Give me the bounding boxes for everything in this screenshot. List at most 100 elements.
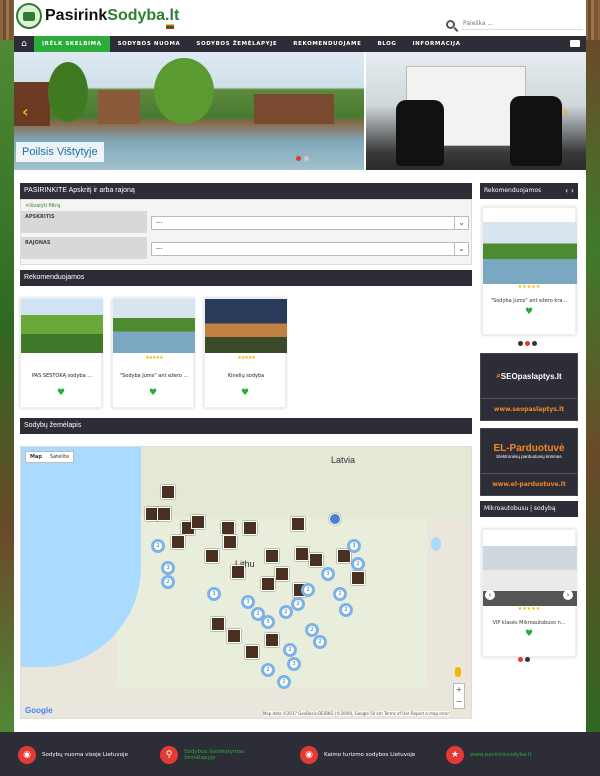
map-cluster-marker[interactable]: 2 [291, 597, 305, 611]
sidebar-listing-card[interactable]: ★★★★★ "Sodyba Jums" ant ežero kra... ♥ [482, 207, 577, 335]
sodyba-map-marker[interactable] [231, 565, 245, 579]
nav-item-blog[interactable]: Blog [369, 36, 404, 52]
sidebar-bus-card[interactable]: ★★★★★ VIP klasės Mikroautobuso n... ♥ ‹ … [482, 529, 577, 657]
listing-title[interactable]: PAS ŠEŠTOKĄ sodyba ... [21, 373, 103, 379]
search-input[interactable] [461, 18, 583, 30]
map-cluster-marker[interactable]: 2 [161, 575, 175, 589]
reset-filter-link[interactable]: ✕Išvalyti filtrą [25, 203, 60, 209]
mail-icon[interactable] [570, 40, 580, 47]
map-cluster-marker[interactable]: 2 [351, 557, 365, 571]
lithuania-flag-icon[interactable] [166, 24, 174, 29]
sodyba-map-marker[interactable] [171, 535, 185, 549]
map-location-marker[interactable] [329, 513, 341, 525]
nav-item-add-listing[interactable]: įrėlk skelbimą [34, 36, 110, 52]
map-cluster-marker[interactable]: 2 [313, 635, 327, 649]
heart-icon[interactable]: ♥ [57, 389, 66, 398]
chevron-right-icon[interactable]: › [563, 590, 573, 600]
listing-card[interactable]: ★★★★★ Kinelių sodyba ♥ [204, 298, 287, 408]
sodyba-map-marker[interactable] [191, 515, 205, 529]
listing-image[interactable] [113, 299, 195, 353]
map-cluster-marker[interactable]: 3 [161, 561, 175, 575]
footer-item[interactable]: ◉ Sodybų nuoma visoje Lietuvoje [18, 746, 128, 764]
chevron-left-icon[interactable]: ‹ [485, 590, 495, 600]
listing-card[interactable]: PAS ŠEŠTOKĄ sodyba ... ♥ [20, 298, 103, 408]
map-type-map[interactable]: Map [26, 452, 46, 462]
search-icon[interactable] [446, 19, 455, 29]
sodyba-map-marker[interactable] [295, 547, 309, 561]
map-cluster-marker[interactable]: 3 [207, 587, 221, 601]
sodyba-map-marker[interactable] [265, 549, 279, 563]
sodyba-map-marker[interactable] [351, 571, 365, 585]
eshop-ad-banner[interactable]: EL-Parduotuvė Elektroninių parduotuvių k… [480, 428, 578, 496]
zoom-in-button[interactable]: + [454, 684, 464, 696]
carousel-dot[interactable] [532, 341, 537, 346]
bus-title[interactable]: VIP klasės Mikroautobuso n... [483, 620, 575, 626]
map-type-satellite[interactable]: Satelite [46, 452, 73, 462]
listing-image[interactable] [21, 299, 103, 353]
map-cluster-marker[interactable]: 2 [151, 539, 165, 553]
slider-dot[interactable] [296, 156, 301, 161]
sodyba-map-marker[interactable] [275, 567, 289, 581]
map-cluster-marker[interactable]: 2 [333, 587, 347, 601]
sodyba-map-marker[interactable] [243, 521, 257, 535]
map-cluster-marker[interactable]: 3 [261, 615, 275, 629]
map-cluster-marker[interactable]: 2 [261, 663, 275, 677]
sodyba-map-marker[interactable] [161, 485, 175, 499]
site-logo[interactable]: PasirinkSodyba.lt [16, 3, 179, 29]
listing-title[interactable]: "Sodyba Jums" ant ežero ... [113, 373, 195, 379]
sodyba-map-marker[interactable] [205, 549, 219, 563]
carousel-dot[interactable] [518, 341, 523, 346]
listing-image[interactable] [483, 222, 577, 284]
sodyba-map-marker[interactable] [211, 617, 225, 631]
listing-title[interactable]: Kinelių sodyba [205, 373, 287, 379]
sodyba-map-marker[interactable] [221, 521, 235, 535]
map-title: Sodybų žemėlapis [20, 418, 472, 434]
map-cluster-marker[interactable]: 3 [347, 539, 361, 553]
sodyba-map-marker[interactable] [157, 507, 171, 521]
carousel-dot[interactable] [518, 657, 523, 662]
district-select[interactable]: --- ⌄ [151, 242, 469, 256]
heart-icon[interactable]: ♥ [483, 629, 575, 639]
carousel-dot[interactable] [525, 341, 530, 346]
footer-item[interactable]: ◉ Kaimo turizmo sodybos Lietuvoje [300, 746, 415, 764]
carousel-arrows-icon[interactable]: ‹ › [565, 183, 574, 199]
county-select[interactable]: --- ⌄ [151, 216, 469, 230]
pegman-icon[interactable] [455, 667, 461, 677]
sodyba-map-marker[interactable] [291, 517, 305, 531]
slider-dot[interactable] [304, 156, 309, 161]
seo-ad-banner[interactable]: ⌕ SEOpaslaptys.lt www.seopaslaptys.lt [480, 353, 578, 421]
slider-prev-icon[interactable]: ‹ [22, 104, 32, 120]
carousel-dot[interactable] [525, 657, 530, 662]
map-cluster-marker[interactable]: 2 [301, 583, 315, 597]
heart-icon[interactable]: ♥ [149, 389, 158, 398]
nav-item-map[interactable]: Sodybos žemėlapyje [188, 36, 285, 52]
sodyba-map-marker[interactable] [223, 535, 237, 549]
map-attribution[interactable]: Map data ©2017 GeoBasis-DE/BKG (©2009), … [262, 711, 449, 716]
heart-icon[interactable]: ♥ [483, 307, 575, 317]
map-cluster-marker[interactable]: 3 [287, 657, 301, 671]
listing-card[interactable]: ★★★★★ "Sodyba Jums" ant ežero ... ♥ [112, 298, 195, 408]
map-cluster-marker[interactable]: 2 [277, 675, 291, 689]
map-cluster-marker[interactable]: 2 [339, 603, 353, 617]
sodyba-map-marker[interactable] [227, 629, 241, 643]
map-cluster-marker[interactable]: 3 [321, 567, 335, 581]
map-cluster-marker[interactable]: 2 [283, 643, 297, 657]
sodyba-map-marker[interactable] [261, 577, 275, 591]
nav-item-rent[interactable]: Sodybos nuoma [110, 36, 189, 52]
heart-icon[interactable]: ♥ [241, 389, 250, 398]
slide-caption[interactable]: Poilsis Vištytyje [16, 142, 104, 162]
home-icon[interactable]: ⌂ [14, 36, 34, 52]
nav-item-info[interactable]: Informacija [405, 36, 469, 52]
map-cluster-marker[interactable]: 3 [241, 595, 255, 609]
footer-item[interactable]: ★ www.pasirinksodyba.lt [446, 746, 532, 764]
listing-title[interactable]: "Sodyba Jums" ant ežero kra... [483, 298, 575, 304]
listings-map[interactable]: Latvia Lithu Map Satelite 23233232223222… [20, 446, 472, 719]
sodyba-map-marker[interactable] [245, 645, 259, 659]
zoom-out-button[interactable]: − [454, 696, 464, 708]
slider-next-icon[interactable]: › [562, 104, 572, 120]
nav-item-recommend[interactable]: Rekomenduojame [285, 36, 369, 52]
footer-item[interactable]: ⚲ Sodybos išsidėstymas žemėlapyje [160, 746, 254, 764]
sodyba-map-marker[interactable] [309, 553, 323, 567]
sodyba-map-marker[interactable] [265, 633, 279, 647]
listing-image[interactable] [205, 299, 287, 353]
